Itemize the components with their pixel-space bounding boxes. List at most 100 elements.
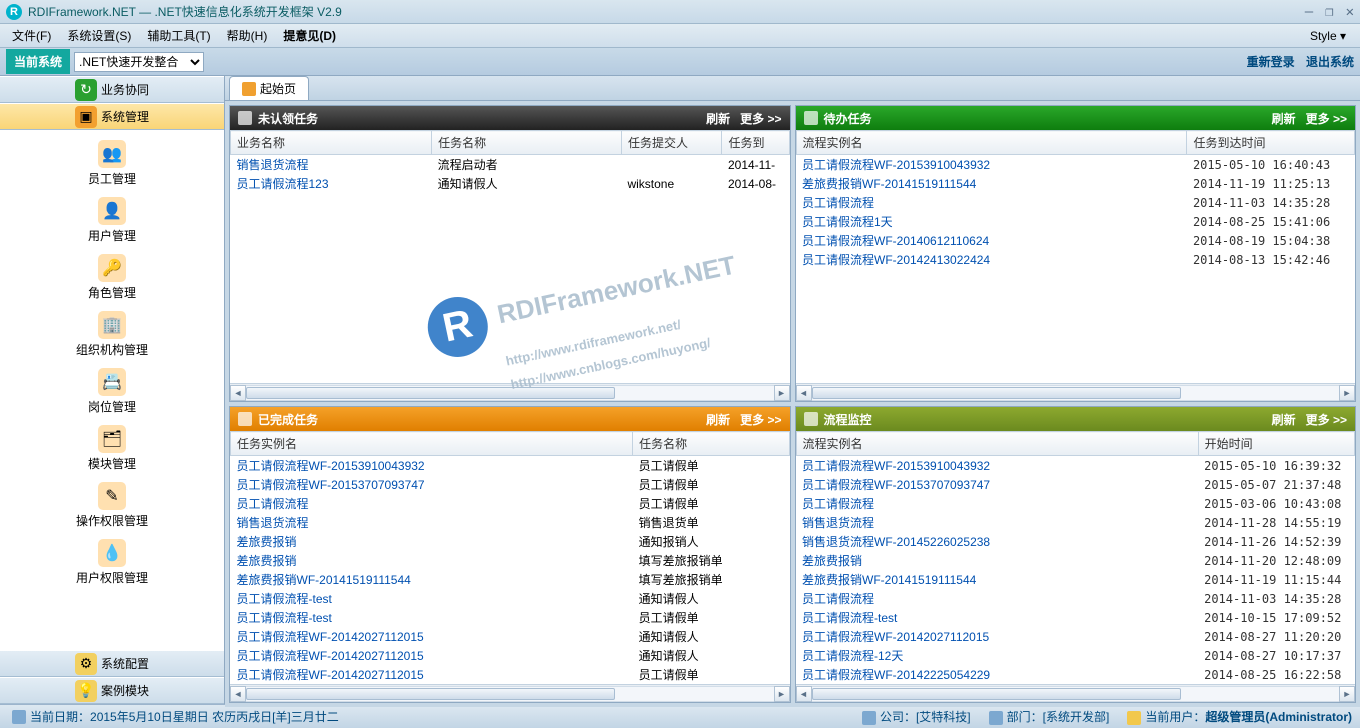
scroll-right-icon[interactable]: ► xyxy=(1339,686,1355,702)
accordion-item[interactable]: 💡案例模块 xyxy=(0,677,224,704)
menu-settings[interactable]: 系统设置(S) xyxy=(59,25,139,46)
sidebar-item[interactable]: 👥员工管理 xyxy=(0,136,224,193)
sidebar-item[interactable]: 🏢组织机构管理 xyxy=(0,307,224,364)
style-dropdown[interactable]: Style ▾ xyxy=(1302,27,1356,45)
flow-link[interactable]: 销售退货流程 xyxy=(237,516,309,530)
exit-link[interactable]: 退出系统 xyxy=(1306,55,1354,69)
accordion-system-mgmt[interactable]: ▣ 系统管理 xyxy=(0,103,224,130)
refresh-link[interactable]: 刷新 xyxy=(1272,411,1296,428)
table-row[interactable]: 员工请假流程2014-11-03 14:35:28 xyxy=(796,589,1355,608)
sidebar-item[interactable]: 📇岗位管理 xyxy=(0,364,224,421)
scroll-right-icon[interactable]: ► xyxy=(1339,385,1355,401)
col-header[interactable]: 开始时间 xyxy=(1198,432,1354,456)
col-header[interactable]: 任务实例名 xyxy=(231,432,633,456)
flow-link[interactable]: 员工请假流程 xyxy=(802,196,874,210)
flow-link[interactable]: 员工请假流程WF-20142027112015 xyxy=(237,649,424,663)
table-row[interactable]: 员工请假流程-test员工请假单 xyxy=(231,608,790,627)
table-row[interactable]: 销售退货流程2014-11-28 14:55:19 xyxy=(796,513,1355,532)
sidebar-item[interactable]: 💧用户权限管理 xyxy=(0,535,224,592)
flow-link[interactable]: 员工请假流程WF-20153910043932 xyxy=(802,158,990,172)
table-row[interactable]: 差旅费报销填写差旅报销单 xyxy=(231,551,790,570)
h-scrollbar[interactable]: ◄► xyxy=(796,684,1356,702)
sidebar-item[interactable]: ✎操作权限管理 xyxy=(0,478,224,535)
flow-link[interactable]: 销售退货流程 xyxy=(802,516,874,530)
table-row[interactable]: 销售退货流程WF-201452260252382014-11-26 14:52:… xyxy=(796,532,1355,551)
scroll-left-icon[interactable]: ◄ xyxy=(230,686,246,702)
flow-link[interactable]: 销售退货流程 xyxy=(237,158,309,172)
table-row[interactable]: 销售退货流程销售退货单 xyxy=(231,513,790,532)
flow-link[interactable]: 员工请假流程123 xyxy=(237,177,329,191)
col-header[interactable]: 任务名称 xyxy=(633,432,789,456)
flow-link[interactable]: 差旅费报销WF-20141519111544 xyxy=(802,573,976,587)
accordion-biz-collab[interactable]: ↻ 业务协同 xyxy=(0,76,224,103)
table-row[interactable]: 员工请假流程WF-201539100439322015-05-10 16:40:… xyxy=(796,155,1355,175)
flow-link[interactable]: 员工请假流程WF-20140612110624 xyxy=(802,234,989,248)
flow-link[interactable]: 销售退货流程WF-20145226025238 xyxy=(802,535,990,549)
table-row[interactable]: 员工请假流程WF-201420271120152014-08-27 11:20:… xyxy=(796,627,1355,646)
table-row[interactable]: 员工请假流程WF-201406121106242014-08-19 15:04:… xyxy=(796,231,1355,250)
more-link[interactable]: 更多 >> xyxy=(1306,411,1347,428)
table-row[interactable]: 员工请假流程WF-20142027112015员工请假单 xyxy=(231,665,790,684)
col-header[interactable]: 流程实例名 xyxy=(796,432,1198,456)
menu-help[interactable]: 帮助(H) xyxy=(219,25,276,46)
flow-link[interactable]: 员工请假流程WF-20142027112015 xyxy=(237,630,424,644)
flow-link[interactable]: 员工请假流程WF-20153707093747 xyxy=(802,478,990,492)
table-row[interactable]: 员工请假流程-12天2014-08-27 10:17:37 xyxy=(796,646,1355,665)
refresh-link[interactable]: 刷新 xyxy=(706,411,730,428)
more-link[interactable]: 更多 >> xyxy=(1306,110,1347,127)
flow-link[interactable]: 员工请假流程 xyxy=(802,592,874,606)
flow-link[interactable]: 差旅费报销 xyxy=(237,554,297,568)
flow-link[interactable]: 员工请假流程WF-20142027112015 xyxy=(802,630,989,644)
sidebar-item[interactable]: 🔑角色管理 xyxy=(0,250,224,307)
table-row[interactable]: 员工请假流程WF-201422250542292014-08-25 16:22:… xyxy=(796,665,1355,684)
flow-link[interactable]: 员工请假流程-12天 xyxy=(802,649,903,663)
more-link[interactable]: 更多 >> xyxy=(740,110,781,127)
table-row[interactable]: 员工请假流程123通知请假人wikstone2014-08- xyxy=(231,174,790,193)
sidebar-item[interactable]: 🗂模块管理 xyxy=(0,421,224,478)
flow-link[interactable]: 差旅费报销WF-20141519111544 xyxy=(802,177,976,191)
flow-link[interactable]: 差旅费报销 xyxy=(802,554,862,568)
table-row[interactable]: 员工请假流程WF-20153707093747员工请假单 xyxy=(231,475,790,494)
minimize-icon[interactable]: — xyxy=(1305,4,1313,20)
table-row[interactable]: 差旅费报销WF-201415191115442014-11-19 11:15:4… xyxy=(796,570,1355,589)
flow-link[interactable]: 员工请假流程-test xyxy=(237,611,332,625)
flow-link[interactable]: 员工请假流程1天 xyxy=(802,215,893,229)
table-row[interactable]: 员工请假流程WF-201424130224242014-08-13 15:42:… xyxy=(796,250,1355,269)
table-row[interactable]: 员工请假流程-test通知请假人 xyxy=(231,589,790,608)
col-header[interactable]: 任务到达时间 xyxy=(1187,131,1355,155)
table-row[interactable]: 差旅费报销WF-201415191115442014-11-19 11:25:1… xyxy=(796,174,1355,193)
flow-link[interactable]: 员工请假流程WF-20153707093747 xyxy=(237,478,425,492)
table-row[interactable]: 员工请假流程WF-20153910043932员工请假单 xyxy=(231,456,790,476)
col-header[interactable]: 任务提交人 xyxy=(621,131,722,155)
refresh-link[interactable]: 刷新 xyxy=(1272,110,1296,127)
table-row[interactable]: 员工请假流程2014-11-03 14:35:28 xyxy=(796,193,1355,212)
flow-link[interactable]: 差旅费报销WF-20141519111544 xyxy=(237,573,411,587)
menu-suggest[interactable]: 提意见(D) xyxy=(275,25,344,46)
flow-link[interactable]: 员工请假流程 xyxy=(237,497,309,511)
maximize-icon[interactable]: ❐ xyxy=(1325,4,1333,20)
menu-tools[interactable]: 辅助工具(T) xyxy=(139,25,218,46)
table-row[interactable]: 员工请假流程WF-20142027112015通知请假人 xyxy=(231,627,790,646)
table-row[interactable]: 员工请假流程WF-201537070937472015-05-07 21:37:… xyxy=(796,475,1355,494)
flow-link[interactable]: 员工请假流程 xyxy=(802,497,874,511)
sidebar-item[interactable]: 👤用户管理 xyxy=(0,193,224,250)
scroll-right-icon[interactable]: ► xyxy=(774,686,790,702)
table-row[interactable]: 员工请假流程1天2014-08-25 15:41:06 xyxy=(796,212,1355,231)
flow-link[interactable]: 员工请假流程WF-20142413022424 xyxy=(802,253,990,267)
menu-file[interactable]: 文件(F) xyxy=(4,25,59,46)
relogin-link[interactable]: 重新登录 xyxy=(1247,55,1295,69)
table-row[interactable]: 员工请假流程员工请假单 xyxy=(231,494,790,513)
close-icon[interactable]: ✕ xyxy=(1346,4,1354,20)
col-header[interactable]: 任务名称 xyxy=(432,131,622,155)
system-select[interactable]: .NET快速开发整合 xyxy=(74,52,204,72)
table-row[interactable]: 差旅费报销2014-11-20 12:48:09 xyxy=(796,551,1355,570)
refresh-link[interactable]: 刷新 xyxy=(706,110,730,127)
flow-link[interactable]: 差旅费报销 xyxy=(237,535,297,549)
flow-link[interactable]: 员工请假流程WF-20142225054229 xyxy=(802,668,990,682)
accordion-item[interactable]: ⚙系统配置 xyxy=(0,650,224,677)
table-row[interactable]: 员工请假流程WF-201539100439322015-05-10 16:39:… xyxy=(796,456,1355,476)
scroll-left-icon[interactable]: ◄ xyxy=(230,385,246,401)
flow-link[interactable]: 员工请假流程WF-20153910043932 xyxy=(802,459,990,473)
tab-start-page[interactable]: 起始页 xyxy=(229,76,309,100)
col-header[interactable]: 任务到 xyxy=(722,131,789,155)
